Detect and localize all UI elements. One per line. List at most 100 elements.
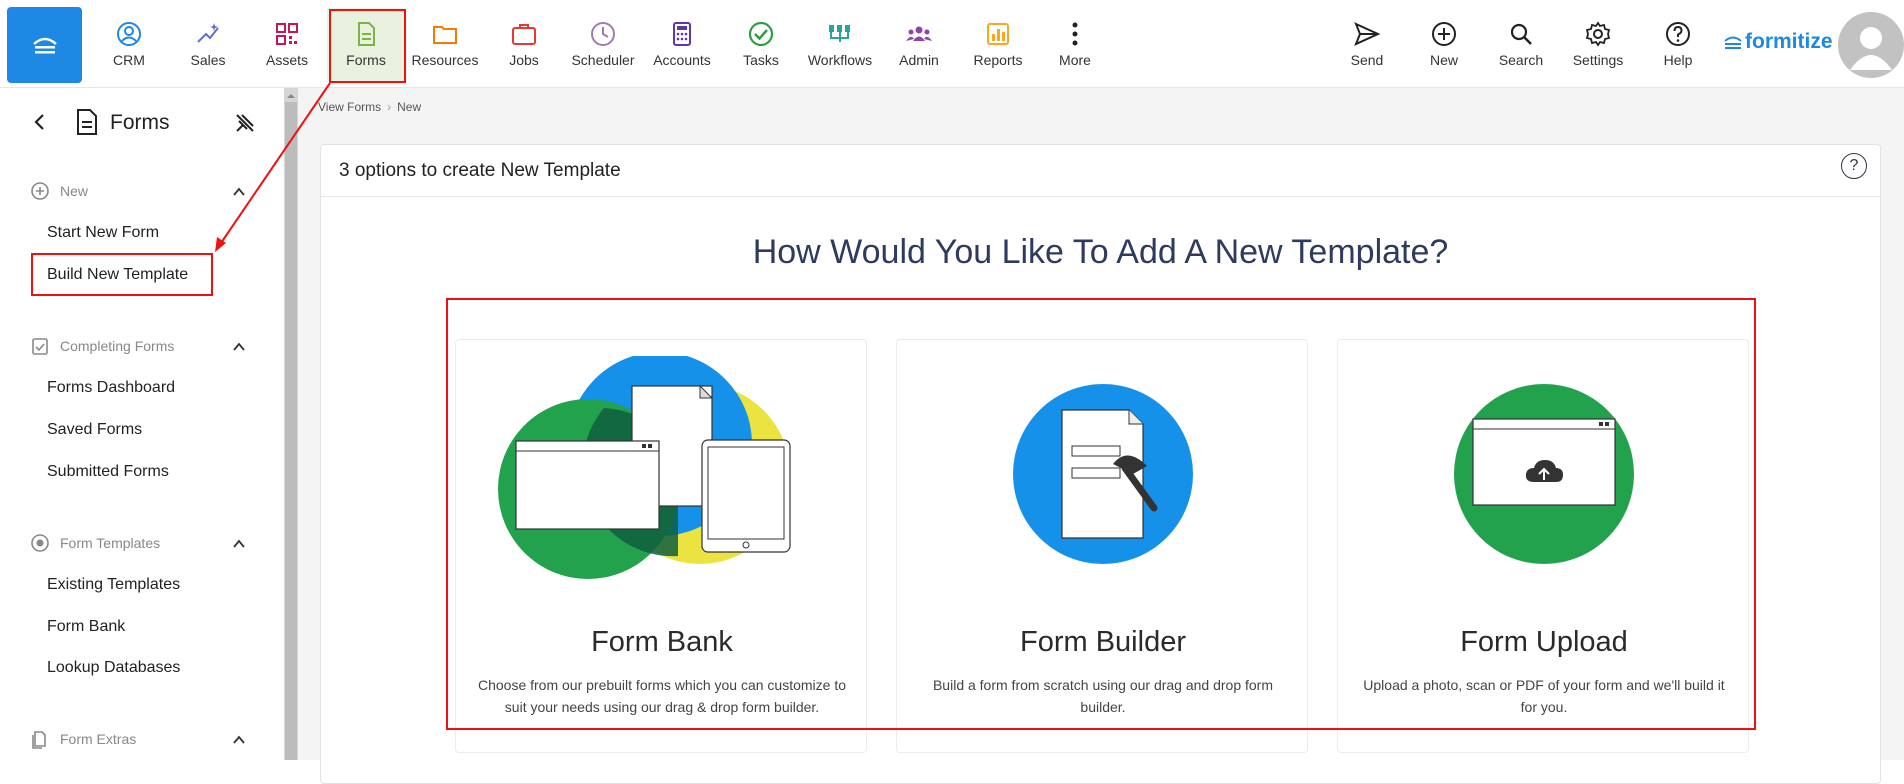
chevron-up-icon[interactable] — [232, 340, 246, 354]
sidebar-item-submitted-forms[interactable]: Submitted Forms — [47, 463, 169, 481]
card-title: 3 options to create New Template — [339, 160, 621, 181]
logo-icon — [1724, 36, 1742, 49]
nav-search[interactable]: Search — [1482, 8, 1560, 82]
sidebar-section-label: Form Extras — [60, 731, 137, 747]
sidebar-section-label: New — [60, 183, 89, 199]
nav-settings[interactable]: Settings — [1559, 8, 1637, 82]
sidebar-item-form-bank[interactable]: Form Bank — [47, 618, 125, 636]
chevron-left-icon — [34, 114, 44, 130]
sidebar-section-label: Form Templates — [60, 535, 161, 551]
home-icon — [32, 37, 57, 54]
nav-new[interactable]: New — [1405, 8, 1483, 82]
nav-crm[interactable]: CRM — [90, 8, 168, 82]
sidebar-scrollbar[interactable] — [284, 88, 298, 760]
sidebar-section-form-extras[interactable]: Form Extras — [30, 729, 136, 749]
sidebar: Forms New Start New Form Build New Templ… — [0, 88, 284, 760]
nav-more[interactable]: More — [1036, 8, 1114, 82]
gear-icon — [1585, 21, 1611, 47]
radio-icon — [31, 534, 49, 552]
nav-label: Jobs — [509, 52, 539, 68]
sidebar-doc-icon-wrap — [76, 108, 98, 141]
calculator-icon — [673, 22, 691, 46]
forms-highlight-box — [329, 9, 406, 83]
qr-icon — [276, 23, 298, 45]
nav-jobs[interactable]: Jobs — [485, 8, 563, 82]
nav-label: CRM — [113, 52, 145, 68]
nav-admin[interactable]: Admin — [880, 8, 958, 82]
sidebar-unpin-button[interactable] — [234, 112, 256, 139]
nav-label: Assets — [265, 52, 308, 68]
home-button[interactable] — [7, 7, 82, 83]
sidebar-scrollbar-thumb[interactable] — [285, 102, 297, 760]
chevron-up-icon[interactable] — [232, 537, 246, 551]
sidebar-section-new[interactable]: New — [30, 181, 88, 201]
nav-label: Reports — [973, 52, 1023, 68]
sparkle-icon — [197, 23, 219, 43]
nav-label: Admin — [899, 52, 939, 68]
chevron-up-icon[interactable] — [232, 733, 246, 747]
plus-circle-icon — [1432, 22, 1456, 46]
scroll-up-icon[interactable] — [284, 90, 298, 102]
breadcrumb-separator: › — [387, 100, 392, 114]
help-icon — [1666, 22, 1690, 46]
top-navigation-bar: CRM Sales Assets Forms Resources Jobs Sc… — [0, 0, 1904, 88]
sidebar-section-label: Completing Forms — [60, 338, 175, 354]
clipboard-check-icon — [32, 338, 48, 355]
plus-circle-icon — [31, 182, 49, 200]
sidebar-item-forms-dashboard[interactable]: Forms Dashboard — [47, 379, 175, 397]
nav-sales[interactable]: Sales — [169, 8, 247, 82]
clock-icon — [591, 22, 615, 46]
sidebar-item-start-new-form[interactable]: Start New Form — [47, 224, 159, 242]
sidebar-section-form-templates[interactable]: Form Templates — [30, 533, 160, 553]
send-icon — [1354, 22, 1381, 46]
nav-tasks[interactable]: Tasks — [722, 8, 800, 82]
nav-label: New — [1429, 52, 1458, 68]
document-icon — [77, 109, 97, 135]
brand-logo[interactable]: formitize — [1724, 30, 1833, 54]
breadcrumb-view-forms[interactable]: View Forms — [318, 100, 381, 114]
sidebar-section-completing-forms[interactable]: Completing Forms — [30, 336, 174, 356]
nav-help[interactable]: Help — [1639, 8, 1717, 82]
briefcase-icon — [512, 24, 536, 45]
sidebar-back-button[interactable] — [30, 112, 50, 132]
nav-label: Search — [1498, 52, 1544, 68]
nav-reports[interactable]: Reports — [959, 8, 1037, 82]
workflow-icon — [829, 25, 850, 42]
nav-scheduler[interactable]: Scheduler — [564, 8, 642, 82]
avatar[interactable] — [1838, 12, 1904, 78]
nav-label: Send — [1350, 52, 1384, 68]
nav-label: Resources — [411, 52, 479, 68]
nav-label: Workflows — [807, 52, 873, 68]
user-icon — [1850, 27, 1892, 70]
folder-icon — [433, 26, 457, 44]
chevron-up-icon[interactable] — [232, 185, 246, 199]
sidebar-item-existing-templates[interactable]: Existing Templates — [47, 576, 180, 594]
build-template-highlight-box — [31, 253, 213, 296]
more-icon — [1072, 22, 1078, 46]
sidebar-item-saved-forms[interactable]: Saved Forms — [47, 421, 142, 439]
help-icon: ? — [1849, 157, 1859, 174]
nav-label: Accounts — [653, 52, 711, 68]
nav-label: Settings — [1572, 52, 1624, 68]
nav-label: More — [1059, 52, 1091, 68]
nav-label: Help — [1663, 52, 1693, 68]
breadcrumb: View Forms › New — [318, 100, 421, 114]
help-button[interactable]: ? — [1841, 153, 1867, 179]
search-icon — [1510, 23, 1532, 45]
nav-label: Sales — [190, 52, 226, 68]
unpin-icon — [236, 114, 254, 132]
brand-name: formitize — [1745, 30, 1833, 53]
nav-workflows[interactable]: Workflows — [801, 8, 879, 82]
crm-icon — [117, 22, 141, 46]
nav-accounts[interactable]: Accounts — [643, 8, 721, 82]
nav-label: Tasks — [743, 52, 779, 68]
team-icon — [906, 26, 932, 41]
sidebar-item-lookup-databases[interactable]: Lookup Databases — [47, 659, 180, 677]
nav-assets[interactable]: Assets — [248, 8, 326, 82]
files-icon — [32, 731, 46, 749]
reports-icon — [987, 23, 1009, 45]
card-divider — [321, 196, 1880, 197]
nav-resources[interactable]: Resources — [406, 8, 484, 82]
nav-send[interactable]: Send — [1328, 8, 1406, 82]
breadcrumb-new: New — [397, 100, 422, 114]
